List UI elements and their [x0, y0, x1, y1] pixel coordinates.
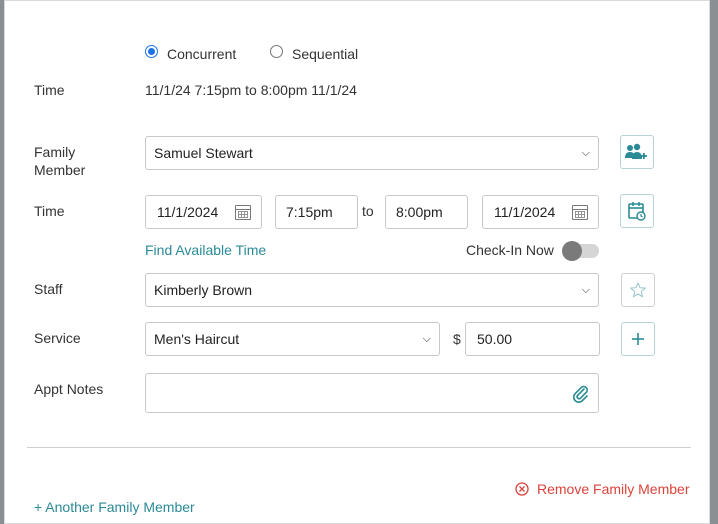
calendar-icon[interactable]	[235, 205, 251, 220]
favorite-staff-button[interactable]	[621, 273, 655, 307]
sequential-radio[interactable]	[270, 45, 283, 58]
currency-symbol: $	[453, 331, 461, 347]
service-select[interactable]: Men's Haircut ⌵	[145, 322, 440, 356]
start-date-value: 11/1/2024	[157, 204, 219, 220]
end-date-input[interactable]: 11/1/2024	[482, 195, 599, 229]
appt-notes-input[interactable]	[145, 373, 599, 413]
time-to-label: to	[362, 203, 374, 219]
add-another-family-member-link[interactable]: + Another Family Member	[34, 499, 195, 515]
chevron-down-icon: ⌵	[581, 284, 590, 296]
plus-icon	[632, 333, 644, 345]
add-service-button[interactable]	[621, 322, 655, 356]
time-label: Time	[34, 203, 65, 219]
service-label: Service	[34, 330, 81, 346]
appt-notes-label: Appt Notes	[34, 381, 104, 397]
family-member-select-value: Samuel Stewart	[154, 145, 253, 161]
family-group-icon	[625, 143, 647, 159]
toggle-knob	[562, 241, 582, 261]
check-in-now-toggle[interactable]	[562, 241, 599, 261]
concurrent-radio[interactable]	[145, 45, 158, 58]
start-time-input[interactable]: 7:15pm	[275, 195, 358, 229]
calendar-clock-icon	[628, 202, 646, 221]
concurrent-label[interactable]: Concurrent	[167, 45, 236, 63]
summary-time-value: 11/1/24 7:15pm to 8:00pm 11/1/24	[145, 82, 357, 98]
start-date-input[interactable]: 11/1/2024	[145, 195, 262, 229]
sequential-label[interactable]: Sequential	[292, 45, 358, 63]
staff-label: Staff	[34, 281, 63, 297]
section-divider	[27, 447, 691, 448]
family-group-button[interactable]	[620, 135, 654, 169]
calendar-icon[interactable]	[572, 205, 588, 220]
find-available-time-link[interactable]: Find Available Time	[145, 242, 266, 258]
start-time-value: 7:15pm	[286, 204, 333, 220]
background-page-right	[710, 0, 718, 524]
schedule-calendar-button[interactable]	[620, 194, 654, 228]
chevron-down-icon: ⌵	[581, 147, 590, 159]
family-member-label-line2: Member	[34, 162, 86, 178]
end-time-input[interactable]: 8:00pm	[385, 195, 468, 229]
summary-time-label: Time	[34, 82, 65, 98]
appointment-modal: Concurrent Sequential Time 11/1/24 7:15p…	[4, 0, 710, 524]
remove-circle-icon	[515, 482, 529, 496]
check-in-now-label: Check-In Now	[466, 242, 554, 258]
end-date-value: 11/1/2024	[494, 204, 556, 220]
paperclip-icon[interactable]	[570, 383, 590, 403]
remove-family-member-label: Remove Family Member	[537, 481, 690, 497]
staff-select-value: Kimberly Brown	[154, 282, 253, 298]
end-time-value: 8:00pm	[396, 204, 443, 220]
remove-family-member-button[interactable]: Remove Family Member	[515, 481, 689, 497]
family-member-label-line1: Family	[34, 144, 76, 160]
staff-select[interactable]: Kimberly Brown ⌵	[145, 273, 599, 307]
price-value: 50.00	[477, 331, 513, 347]
family-member-select[interactable]: Samuel Stewart ⌵	[145, 136, 599, 170]
chevron-down-icon: ⌵	[422, 333, 431, 345]
service-select-value: Men's Haircut	[154, 331, 240, 347]
price-input[interactable]: 50.00	[465, 322, 600, 356]
star-icon	[630, 282, 646, 298]
